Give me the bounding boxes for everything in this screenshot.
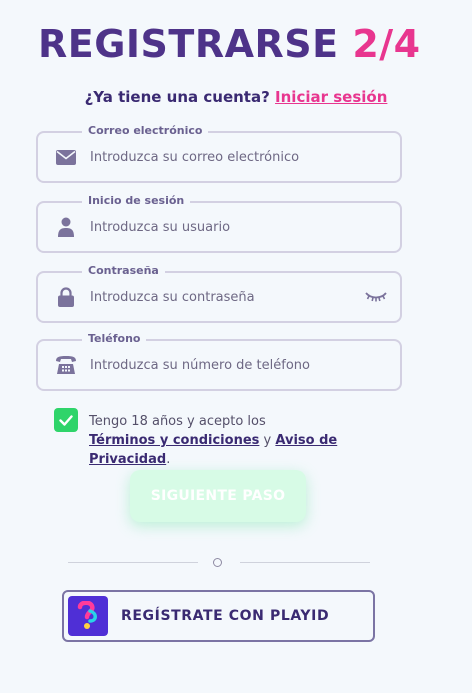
login-link[interactable]: Iniciar sesión	[275, 88, 387, 106]
login-question: ¿Ya tiene una cuenta?	[84, 88, 270, 106]
email-field: Correo electrónico	[36, 124, 402, 183]
terms-end: .	[166, 452, 171, 467]
playid-logo-icon	[68, 596, 108, 636]
telephone-icon	[55, 354, 77, 376]
terms-text-before: Tengo 18 años y acepto los	[89, 414, 266, 429]
email-label: Correo electrónico	[82, 124, 209, 137]
username-input[interactable]	[90, 215, 370, 239]
checkmark-icon	[59, 414, 73, 426]
divider-left	[68, 562, 198, 563]
lock-icon	[55, 286, 77, 308]
divider-right	[240, 562, 370, 563]
username-label: Inicio de sesión	[82, 194, 191, 207]
password-input[interactable]	[90, 285, 370, 309]
title-text: REGISTRARSE	[38, 22, 339, 66]
next-step-button[interactable]: SIGUIENTE PASO	[130, 470, 306, 522]
terms-connector: y	[263, 433, 272, 448]
email-input[interactable]	[90, 145, 370, 169]
phone-input[interactable]	[90, 353, 370, 377]
terms-text: Tengo 18 años y acepto los Términos y co…	[89, 412, 419, 469]
page-title: REGISTRARSE 2/4	[38, 22, 421, 66]
password-label: Contraseña	[82, 264, 165, 277]
user-icon	[55, 216, 77, 238]
playid-label: REGÍSTRATE CON PLAYID	[121, 608, 330, 624]
password-field: Contraseña	[36, 264, 402, 323]
login-prompt: ¿Ya tiene una cuenta? Iniciar sesión	[0, 88, 472, 106]
phone-field: Teléfono	[36, 332, 402, 391]
divider-dot	[213, 558, 222, 567]
phone-label: Teléfono	[82, 332, 147, 345]
username-field: Inicio de sesión	[36, 194, 402, 253]
terms-link[interactable]: Términos y condiciones	[89, 433, 259, 448]
playid-register-button[interactable]: REGÍSTRATE CON PLAYID	[62, 590, 375, 642]
terms-checkbox[interactable]	[54, 408, 78, 432]
registration-page: REGISTRARSE 2/4 ¿Ya tiene una cuenta? In…	[0, 0, 472, 693]
eye-closed-icon[interactable]	[364, 287, 388, 307]
step-indicator: 2/4	[352, 22, 421, 66]
envelope-icon	[55, 146, 77, 168]
